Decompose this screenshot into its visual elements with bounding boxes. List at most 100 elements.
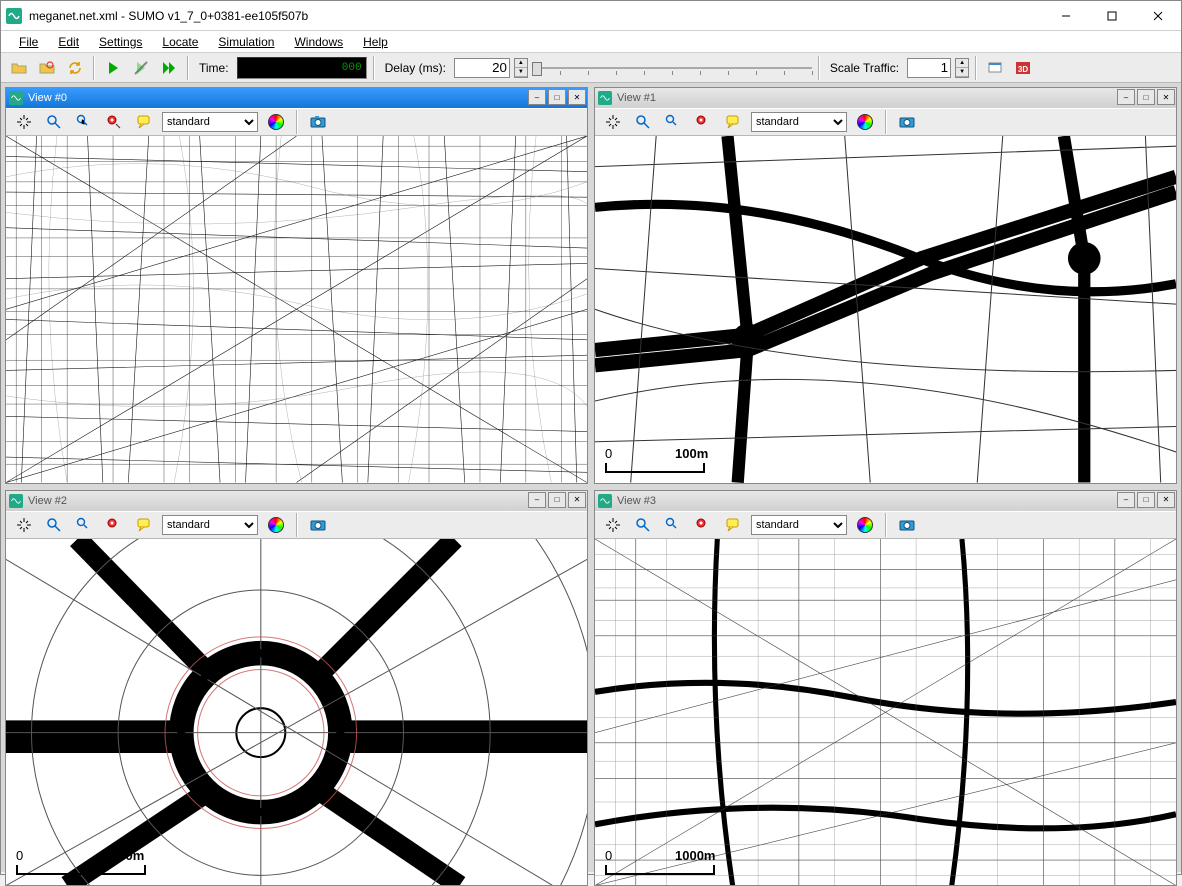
view-toolbar-1: standard [595,108,1176,136]
view-titlebar-1[interactable]: View #1 – □ ✕ [595,88,1176,108]
toolbar-separator [885,110,887,134]
tooltip-icon[interactable] [721,110,745,134]
menu-edit[interactable]: Edit [48,33,89,51]
view-maximize-button[interactable]: □ [548,89,566,105]
menu-locate[interactable]: Locate [152,33,208,51]
recenter-icon[interactable] [12,513,36,537]
toolbar-separator [296,513,298,537]
delay-spinner[interactable]: ▲▼ [514,58,528,78]
view-titlebar-2[interactable]: View #2 – □ ✕ [6,491,587,511]
view-toolbar-0: standard [6,108,587,136]
scale-traffic-spinner[interactable]: ▲▼ [955,58,969,78]
map-canvas-2[interactable]: 0 100m [6,539,587,886]
magnifier-icon[interactable] [631,513,655,537]
view-titlebar-3[interactable]: View #3 – □ ✕ [595,491,1176,511]
step-button[interactable] [129,56,153,80]
view-maximize-button[interactable]: □ [1137,492,1155,508]
magnifier-icon[interactable] [42,110,66,134]
play-button[interactable] [101,56,125,80]
views-container: View #0 – □ ✕ standard [1,83,1181,872]
main-toolbar: Time: 000 Delay (ms): ▲▼ Scale Traffic: … [1,53,1181,83]
open-file-icon[interactable] [7,56,31,80]
time-display: 000 [237,57,367,79]
tooltip-icon[interactable] [721,513,745,537]
recenter-icon[interactable] [601,110,625,134]
tooltip-icon[interactable] [132,513,156,537]
window-controls [1043,1,1181,30]
close-button[interactable] [1135,1,1181,30]
view-minimize-button[interactable]: – [528,492,546,508]
new-view-icon[interactable] [983,56,1007,80]
fast-forward-button[interactable] [157,56,181,80]
reload-icon[interactable] [35,56,59,80]
pin-edit-icon[interactable] [691,513,715,537]
toolbar-separator [296,110,298,134]
time-label: Time: [195,61,233,75]
camera-icon[interactable] [895,110,919,134]
toolbar-separator [93,56,95,80]
color-wheel-icon[interactable] [264,513,288,537]
camera-icon[interactable] [306,110,330,134]
recenter-icon[interactable] [601,513,625,537]
style-select-2[interactable]: standard [162,515,258,535]
camera-icon[interactable] [895,513,919,537]
view-titlebar-0[interactable]: View #0 – □ ✕ [6,88,587,108]
view-pane-2: View #2 – □ ✕ standard [5,490,588,886]
view-maximize-button[interactable]: □ [1137,89,1155,105]
view-minimize-button[interactable]: – [1117,492,1135,508]
recenter-icon[interactable] [12,110,36,134]
scale-traffic-input[interactable] [907,58,951,78]
toolbar-separator [818,56,820,80]
view-close-button[interactable]: ✕ [1157,89,1175,105]
style-select-1[interactable]: standard [751,112,847,132]
menu-help[interactable]: Help [353,33,398,51]
window-title: meganet.net.xml - SUMO v1_7_0+0381-ee105… [29,9,1043,23]
view-toolbar-3: standard [595,511,1176,539]
view-title-1: View #1 [617,92,1116,104]
magnifier-icon[interactable] [42,513,66,537]
magnifier-icon[interactable] [631,110,655,134]
minimize-button[interactable] [1043,1,1089,30]
view-app-icon [597,493,613,509]
tooltip-icon[interactable] [132,110,156,134]
view-pane-1: View #1 – □ ✕ standard [594,87,1177,484]
color-wheel-icon[interactable] [853,513,877,537]
toolbar-separator [373,56,375,80]
color-wheel-icon[interactable] [264,110,288,134]
maximize-button[interactable] [1089,1,1135,30]
view-close-button[interactable]: ✕ [1157,492,1175,508]
map-canvas-1[interactable]: 0 100m [595,136,1176,483]
delay-input[interactable] [454,58,510,78]
map-canvas-3[interactable]: 0 1000m [595,539,1176,886]
magnifier-arrow-icon[interactable] [72,110,96,134]
menu-settings[interactable]: Settings [89,33,152,51]
view-maximize-button[interactable]: □ [548,492,566,508]
camera-icon[interactable] [306,513,330,537]
magnifier-arrow-icon[interactable] [661,110,685,134]
map-canvas-0[interactable] [6,136,587,483]
menu-simulation[interactable]: Simulation [208,33,284,51]
view-minimize-button[interactable]: – [528,89,546,105]
magnifier-arrow-icon[interactable] [661,513,685,537]
scale-bar-1: 0 100m [605,463,705,473]
pin-edit-icon[interactable] [102,110,126,134]
pin-edit-icon[interactable] [102,513,126,537]
refresh-sync-icon[interactable] [63,56,87,80]
view-app-icon [597,90,613,106]
menu-file[interactable]: File [9,33,48,51]
view-minimize-button[interactable]: – [1117,89,1135,105]
magnifier-arrow-icon[interactable] [72,513,96,537]
view-close-button[interactable]: ✕ [568,89,586,105]
view-close-button[interactable]: ✕ [568,492,586,508]
pin-edit-icon[interactable] [691,110,715,134]
3d-toggle-icon[interactable]: 3D [1011,56,1035,80]
view-pane-3: View #3 – □ ✕ standard [594,490,1177,886]
view-pane-0: View #0 – □ ✕ standard [5,87,588,484]
app-icon [5,7,23,25]
menu-windows[interactable]: Windows [284,33,353,51]
color-wheel-icon[interactable] [853,110,877,134]
view-toolbar-2: standard [6,511,587,539]
delay-slider[interactable] [532,59,812,77]
style-select-0[interactable]: standard [162,112,258,132]
style-select-3[interactable]: standard [751,515,847,535]
